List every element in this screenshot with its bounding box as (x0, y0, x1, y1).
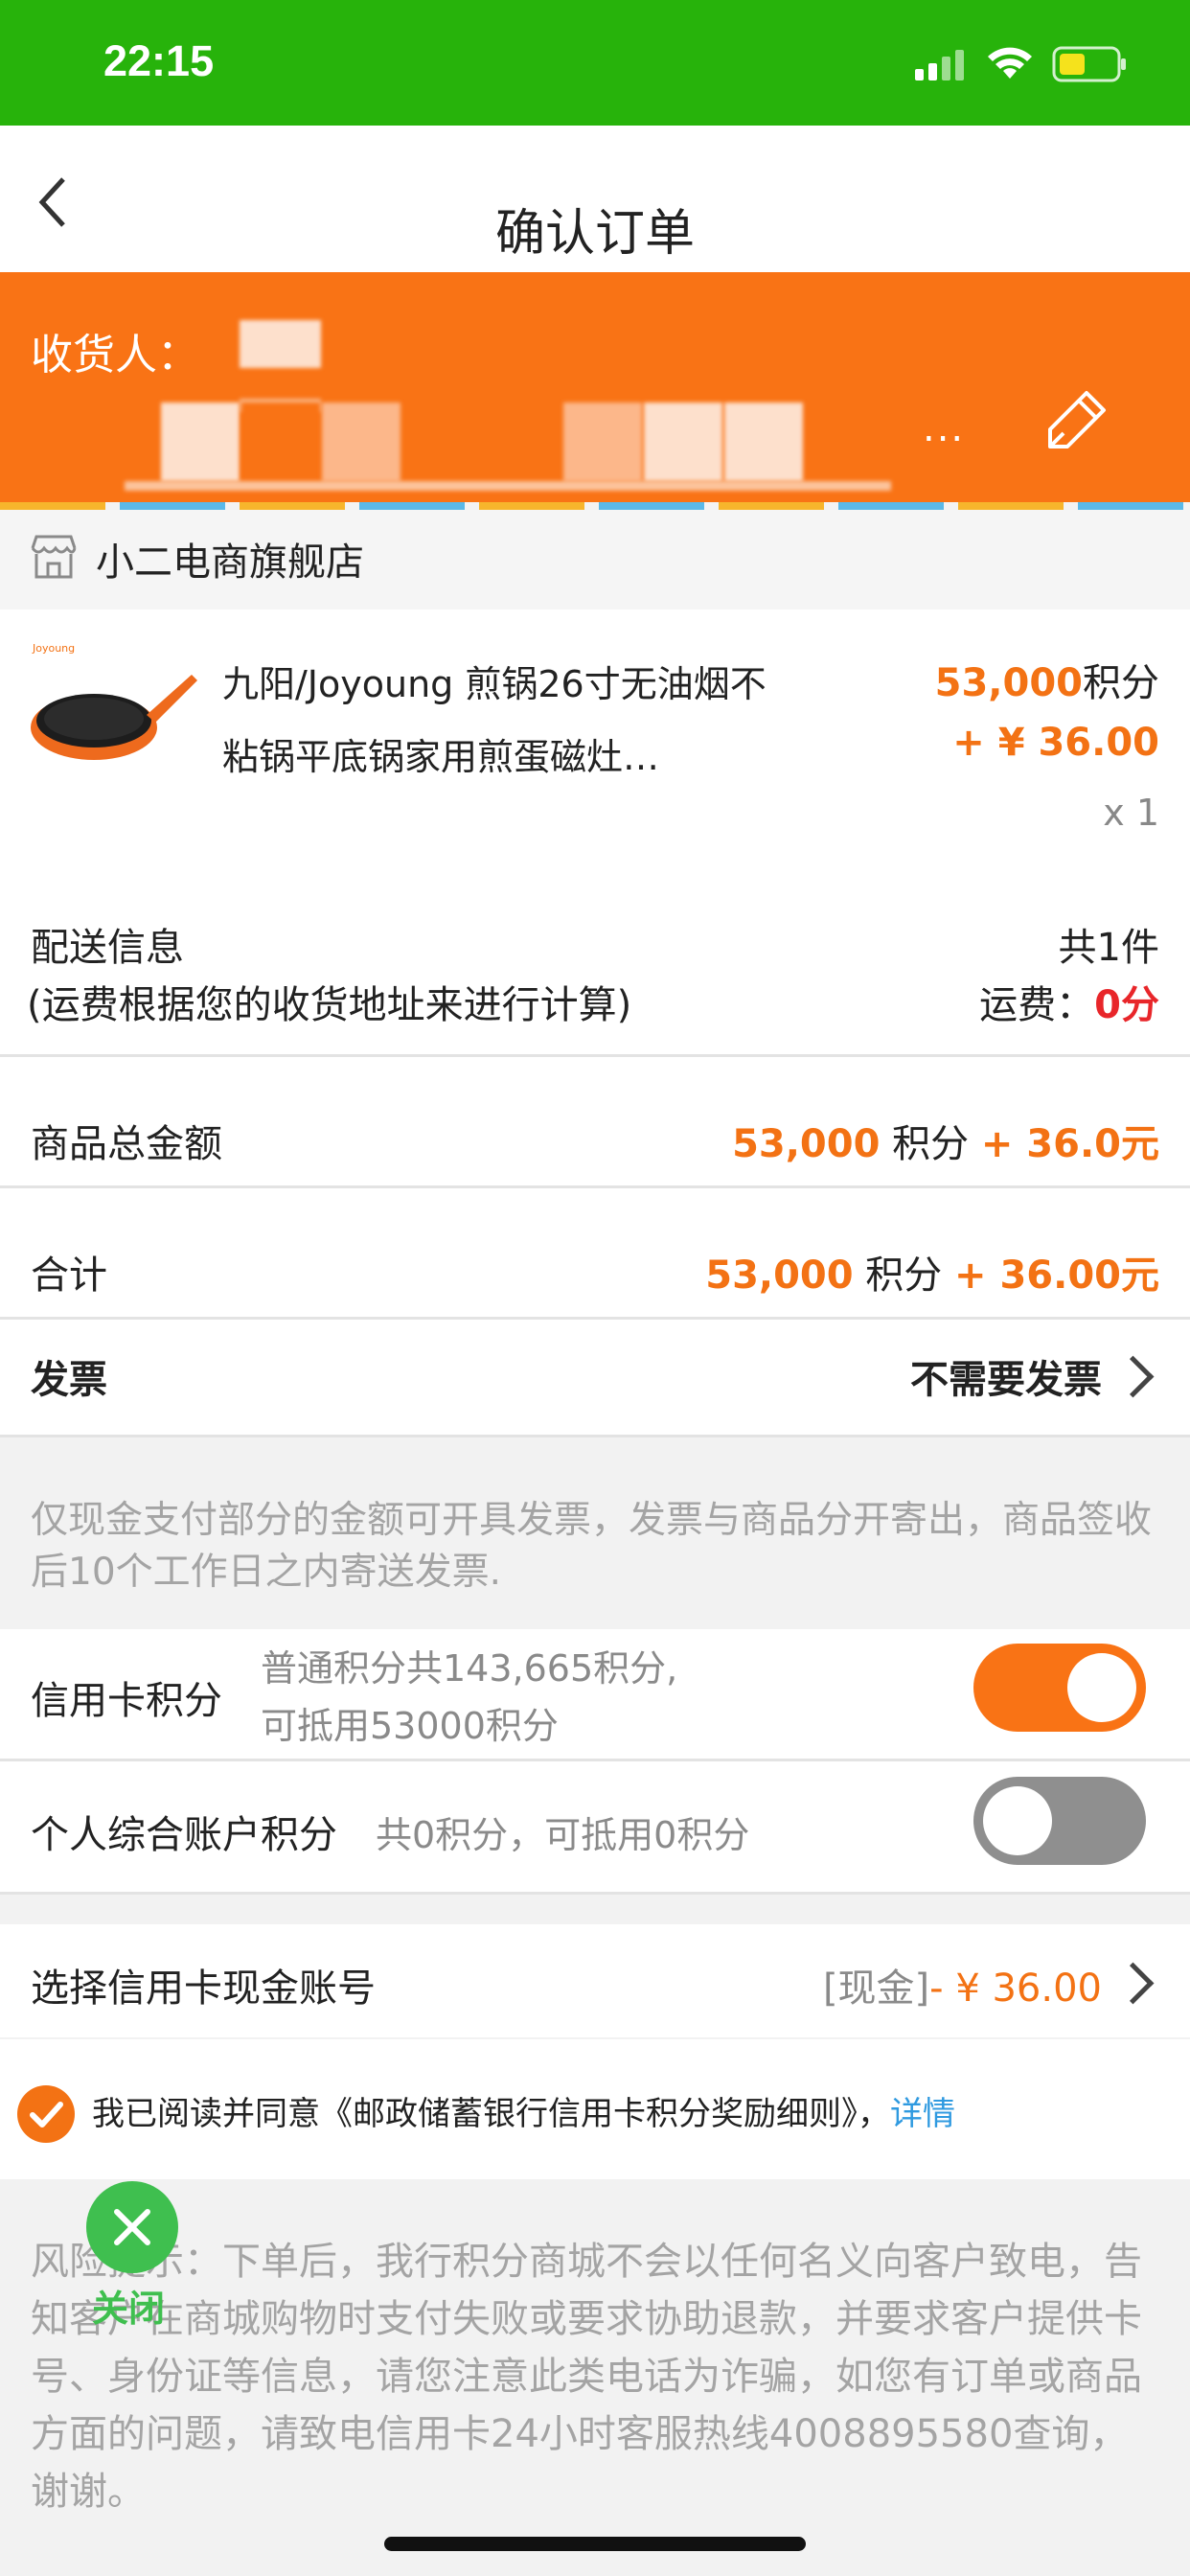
close-icon (114, 2209, 150, 2245)
product-title: 九阳/Joyoung 煎锅26寸无油烟不粘锅平底锅家用煎蛋磁灶… (222, 663, 767, 778)
subtotal-row: 商品总金额 53,000 积分 + 36.0元 (0, 1057, 1190, 1188)
redacted-name (240, 320, 321, 368)
wifi-icon (988, 47, 1032, 79)
personal-points-toggle[interactable] (973, 1777, 1146, 1865)
recipient-label: 收货人： (31, 331, 199, 380)
address-divider-stripe (0, 502, 1190, 510)
subtotal-points-unit: 积分 (880, 1122, 981, 1166)
delivery-note: (运费根据您的收货地址来进行计算) (27, 983, 632, 1027)
agreement-statement: 我已阅读并同意《邮政储蓄银行信用卡积分奖励细则》， (92, 2095, 890, 2133)
personal-points-label: 个人综合账户积分 (31, 1813, 337, 1857)
invoice-value: 不需要发票 (910, 1358, 1102, 1402)
risk-note: 风险提示：下单后，我行积分商城不会以任何名义向客户致电，告知客户在商城购物时支付… (31, 2240, 1142, 2514)
redacted-block (322, 402, 400, 481)
shipping-fee-value: 0分 (1094, 983, 1159, 1027)
edit-pen-icon[interactable] (1042, 387, 1110, 454)
redacted-block (724, 402, 803, 481)
checkmark-icon (30, 2102, 63, 2128)
toggle-knob (1067, 1653, 1136, 1722)
product-image: Joyoung (27, 636, 199, 780)
redacted-block (161, 402, 240, 481)
store-name: 小二电商旗舰店 (96, 540, 364, 585)
agreement-detail-link[interactable]: 详情 (890, 2095, 955, 2133)
total-label: 合计 (31, 1254, 107, 1298)
product-points-unit: 积分 (1083, 661, 1159, 705)
home-indicator[interactable] (384, 2537, 806, 2551)
svg-text:Joyoung: Joyoung (32, 642, 75, 655)
toggle-knob (983, 1786, 1052, 1855)
signal-icon (915, 50, 964, 80)
personal-points-row: 个人综合账户积分 共0积分，可抵用0积分 (0, 1761, 1190, 1895)
credit-points-toggle[interactable] (973, 1644, 1146, 1732)
cash-account-label: 选择信用卡现金账号 (31, 1966, 376, 2011)
close-float-label[interactable]: 关闭 (92, 2279, 165, 2332)
redacted-block (125, 481, 891, 491)
store-header[interactable]: 小二电商旗舰店 (0, 510, 1190, 610)
credit-points-row: 信用卡积分 普通积分共143,665积分, 可抵用53000积分 (0, 1629, 1190, 1761)
subtotal-label: 商品总金额 (31, 1122, 222, 1166)
battery-icon (1052, 46, 1126, 82)
shipping-fee-label: 运费： (979, 983, 1095, 1027)
product-points: 53,000积分 (935, 652, 1159, 707)
address-ellipsis: ... (923, 406, 966, 450)
invoice-label: 发票 (31, 1358, 107, 1402)
close-float-button[interactable] (86, 2181, 178, 2273)
total-value: 53,000 积分 + 36.00元 (705, 1244, 1159, 1300)
credit-points-desc-1: 普通积分共143,665积分, (261, 1647, 678, 1690)
agreement-row: 我已阅读并同意《邮政储蓄银行信用卡积分奖励细则》，详情 (0, 2039, 1190, 2179)
nav-bar: 确认订单 (0, 126, 1190, 272)
cash-account-amount: - ¥ 36.00 (929, 1966, 1102, 2011)
redacted-block (241, 402, 320, 481)
status-bar: 22:15 (0, 0, 1190, 126)
product-item[interactable]: Joyoung 九阳/Joyoung 煎锅26寸无油烟不粘锅平底锅家用煎蛋磁灶…… (0, 610, 1190, 849)
invoice-note: 仅现金支付部分的金额可开具发票，发票与商品分开寄出，商品签收后10个工作日之内寄… (31, 1499, 1153, 1594)
page-title: 确认订单 (494, 205, 695, 263)
subtotal-cash: + 36.0元 (980, 1122, 1159, 1166)
delivery-info: 配送信息 (运费根据您的收货地址来进行计算) 共1件 运费：0分 (0, 849, 1190, 1057)
cash-account-value: [现金]- ¥ 36.00 (823, 1957, 1102, 2012)
delivery-label: 配送信息 (31, 926, 184, 970)
invoice-row[interactable]: 发票 不需要发票 (0, 1320, 1190, 1438)
product-points-value: 53,000 (934, 661, 1083, 705)
product-price: + ¥ 36.00 (952, 721, 1159, 765)
total-points: 53,000 (705, 1254, 854, 1298)
chevron-right-icon (1111, 1355, 1155, 1398)
shipping-fee: 运费：0分 (979, 974, 1159, 1029)
personal-points-desc: 共0积分，可抵用0积分 (376, 1814, 750, 1856)
item-count: 共1件 (1058, 926, 1159, 970)
redacted-block (563, 402, 642, 481)
address-banner[interactable]: 收货人： ... (0, 272, 1190, 502)
status-time: 22:15 (103, 36, 215, 85)
product-quantity: x 1 (1103, 792, 1159, 834)
subtotal-points: 53,000 (732, 1122, 881, 1166)
total-points-unit: 积分 (853, 1254, 955, 1298)
agreement-text: 我已阅读并同意《邮政储蓄银行信用卡积分奖励细则》，详情 (92, 2087, 955, 2134)
total-row: 合计 53,000 积分 + 36.00元 (0, 1188, 1190, 1320)
credit-points-label: 信用卡积分 (31, 1679, 222, 1723)
credit-points-desc-2: 可抵用53000积分 (261, 1705, 559, 1747)
store-icon (31, 535, 77, 579)
total-cash: + 36.00元 (954, 1254, 1159, 1298)
chevron-right-icon (1111, 1962, 1155, 2005)
agreement-checkbox[interactable] (17, 2085, 75, 2143)
cash-account-row[interactable]: 选择信用卡现金账号 [现金]- ¥ 36.00 (0, 1924, 1190, 2037)
cash-account-prefix: [现金] (822, 1966, 930, 2011)
subtotal-value: 53,000 积分 + 36.0元 (732, 1113, 1159, 1168)
redacted-block (644, 402, 722, 481)
